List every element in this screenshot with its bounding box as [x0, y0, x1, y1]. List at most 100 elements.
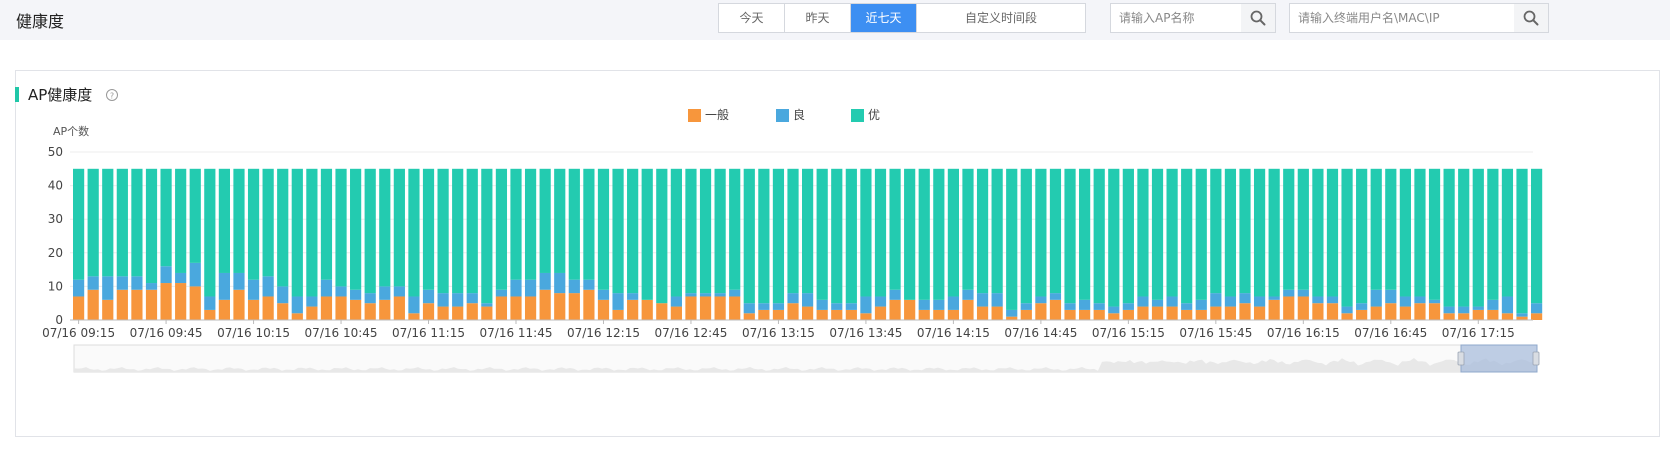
bar-segment[interactable]: [656, 168, 668, 304]
bar-segment[interactable]: [1064, 168, 1076, 304]
bar-segment[interactable]: [393, 296, 405, 320]
bar-segment[interactable]: [1195, 299, 1207, 310]
bar-segment[interactable]: [1385, 289, 1397, 304]
bar-segment[interactable]: [787, 168, 799, 294]
bar-segment[interactable]: [1239, 293, 1251, 304]
bar-segment[interactable]: [1312, 168, 1324, 297]
bar-segment[interactable]: [291, 313, 303, 320]
bar-segment[interactable]: [189, 286, 201, 320]
bar-segment[interactable]: [204, 309, 216, 320]
bar-segment[interactable]: [262, 296, 274, 320]
bar-segment[interactable]: [437, 168, 449, 294]
bar-segment[interactable]: [1516, 316, 1528, 320]
bar-segment[interactable]: [1253, 296, 1266, 307]
bar-segment[interactable]: [1035, 303, 1047, 320]
bar-segment[interactable]: [568, 279, 580, 294]
bar-segment[interactable]: [335, 168, 347, 287]
bar-segment[interactable]: [962, 168, 974, 290]
bar-segment[interactable]: [1472, 309, 1484, 320]
bar-segment[interactable]: [1137, 296, 1149, 307]
bar-segment[interactable]: [102, 276, 114, 300]
bar-segment[interactable]: [131, 168, 143, 277]
bar-segment[interactable]: [160, 168, 172, 267]
bar-segment[interactable]: [233, 272, 245, 290]
bar-segment[interactable]: [874, 168, 887, 297]
bar-segment[interactable]: [350, 299, 362, 320]
bar-segment[interactable]: [699, 296, 712, 320]
bar-segment[interactable]: [729, 296, 741, 320]
bar-segment[interactable]: [1079, 299, 1091, 310]
bar-segment[interactable]: [233, 289, 245, 320]
bar-segment[interactable]: [947, 168, 959, 297]
bar-segment[interactable]: [772, 168, 785, 304]
bar-segment[interactable]: [627, 168, 639, 294]
bar-segment[interactable]: [131, 289, 143, 320]
bar-segment[interactable]: [685, 296, 697, 320]
bar-segment[interactable]: [874, 306, 887, 320]
bar-segment[interactable]: [145, 289, 158, 320]
bar-segment[interactable]: [131, 276, 143, 290]
bar-segment[interactable]: [962, 299, 974, 320]
legend-label[interactable]: 一般: [705, 107, 729, 122]
bar-segment[interactable]: [947, 296, 959, 310]
bar-segment[interactable]: [1531, 303, 1543, 314]
bar-segment[interactable]: [904, 299, 916, 320]
bar-segment[interactable]: [1210, 306, 1222, 320]
bar-segment[interactable]: [1531, 168, 1543, 304]
bar-segment[interactable]: [1414, 296, 1426, 304]
bar-segment[interactable]: [1224, 168, 1237, 297]
bar-segment[interactable]: [1049, 299, 1062, 320]
bar-segment[interactable]: [1297, 296, 1309, 320]
bar-segment[interactable]: [393, 168, 405, 287]
bar-segment[interactable]: [699, 293, 712, 297]
bar-segment[interactable]: [1049, 293, 1062, 300]
bar-segment[interactable]: [102, 299, 114, 320]
bar-segment[interactable]: [1399, 306, 1411, 320]
bar-segment[interactable]: [729, 168, 741, 290]
bar-segment[interactable]: [364, 168, 376, 294]
bar-segment[interactable]: [1268, 299, 1280, 320]
bar-segment[interactable]: [87, 289, 99, 320]
bar-segment[interactable]: [816, 309, 828, 320]
bar-segment[interactable]: [1224, 306, 1237, 320]
bar-segment[interactable]: [247, 279, 260, 300]
bar-segment[interactable]: [1210, 168, 1222, 294]
bar-segment[interactable]: [539, 289, 551, 320]
bar-segment[interactable]: [277, 286, 289, 304]
bar-segment[interactable]: [685, 168, 697, 294]
bar-segment[interactable]: [437, 306, 449, 320]
bar-segment[interactable]: [393, 286, 405, 297]
bar-segment[interactable]: [335, 286, 347, 297]
bar-segment[interactable]: [175, 168, 187, 273]
bar-segment[interactable]: [1006, 309, 1018, 317]
bar-segment[interactable]: [816, 168, 828, 300]
bar-segment[interactable]: [831, 168, 843, 304]
bar-segment[interactable]: [145, 283, 158, 290]
bar-segment[interactable]: [277, 168, 289, 287]
bar-segment[interactable]: [714, 296, 726, 320]
bar-segment[interactable]: [87, 276, 99, 290]
bar-segment[interactable]: [656, 303, 668, 320]
bar-segment[interactable]: [1458, 306, 1470, 314]
bar-segment[interactable]: [597, 299, 610, 320]
bar-segment[interactable]: [116, 168, 128, 277]
bar-segment[interactable]: [627, 299, 639, 320]
bar-segment[interactable]: [189, 262, 201, 287]
bar-segment[interactable]: [568, 293, 580, 320]
bar-segment[interactable]: [1472, 168, 1484, 307]
bar-segment[interactable]: [422, 289, 435, 304]
bar-segment[interactable]: [1487, 168, 1499, 300]
bar-segment[interactable]: [845, 309, 857, 320]
bar-segment[interactable]: [1268, 296, 1280, 300]
bar-segment[interactable]: [1443, 168, 1455, 307]
question-icon[interactable]: ?: [106, 89, 118, 101]
slider-left-handle[interactable]: [1457, 351, 1465, 366]
bar-segment[interactable]: [976, 293, 989, 307]
bar-segment[interactable]: [904, 168, 916, 300]
bar-segment[interactable]: [160, 283, 172, 320]
bar-segment[interactable]: [1166, 296, 1178, 307]
bar-segment[interactable]: [408, 168, 420, 297]
bar-segment[interactable]: [1195, 309, 1207, 320]
bar-segment[interactable]: [1414, 168, 1426, 297]
bar-segment[interactable]: [160, 266, 172, 284]
